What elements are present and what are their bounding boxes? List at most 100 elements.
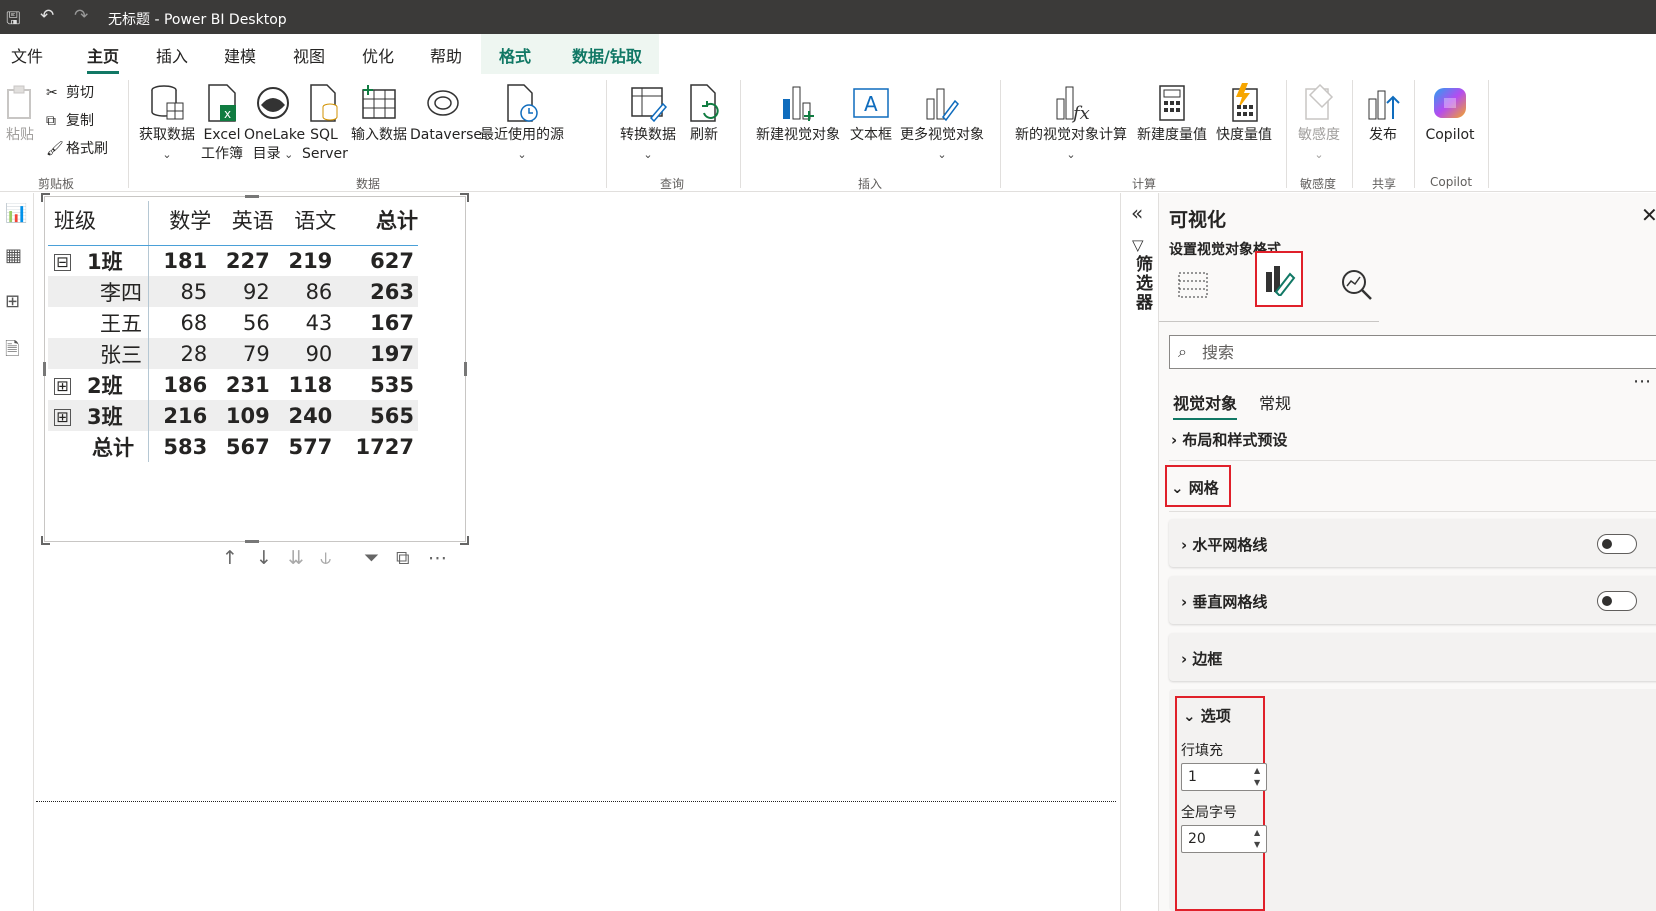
- cut-button[interactable]: ✂ 剪切: [46, 82, 94, 102]
- save-icon[interactable]: 🖫: [6, 6, 20, 35]
- dataverse-button[interactable]: Dataverse: [410, 80, 482, 145]
- sql-server-button[interactable]: SQL Server: [302, 80, 348, 164]
- resize-handle[interactable]: [41, 536, 50, 545]
- transform-data-label: 转换数据: [620, 127, 676, 143]
- expand-hierarchy-icon[interactable]: ⫝: [320, 547, 331, 569]
- card-vertical-gridlines[interactable]: › 垂直网格线: [1169, 576, 1656, 624]
- undo-icon[interactable]: ↶: [40, 6, 54, 26]
- chevron-up-icon[interactable]: ▲: [1254, 766, 1260, 775]
- new-measure-button[interactable]: 新建度量值: [1134, 80, 1210, 145]
- get-data-label: 获取数据: [139, 127, 195, 143]
- tab-view[interactable]: 视图: [293, 43, 325, 67]
- more-visuals-button[interactable]: 更多视觉对象 ⌄: [896, 80, 988, 164]
- new-visual-button[interactable]: 新建视觉对象: [752, 80, 844, 145]
- section-layout-presets[interactable]: › 布局和样式预设: [1171, 429, 1287, 450]
- quick-measure-button[interactable]: 快度量值: [1212, 80, 1276, 145]
- focus-mode-icon[interactable]: ⧉: [396, 547, 410, 569]
- collapse-icon[interactable]: ⊟: [54, 254, 71, 272]
- drill-down-icon[interactable]: ↓: [256, 547, 272, 569]
- cell: 263: [336, 276, 418, 307]
- cut-label: 剪切: [66, 85, 94, 101]
- resize-handle[interactable]: [460, 193, 469, 202]
- tab-visual[interactable]: 视觉对象: [1173, 390, 1238, 420]
- expand-chevron-icon[interactable]: «: [1131, 201, 1143, 225]
- tab-help[interactable]: 帮助: [430, 43, 462, 67]
- section-label: 选项: [1200, 707, 1231, 725]
- tab-file[interactable]: 文件: [11, 43, 43, 67]
- column-header[interactable]: 总计: [336, 201, 418, 246]
- global-font-size-input[interactable]: [1188, 829, 1248, 849]
- recent-sources-button[interactable]: 最近使用的源 ⌄: [477, 80, 567, 164]
- vertical-gridlines-toggle[interactable]: [1597, 591, 1637, 611]
- section-options[interactable]: ⌄ 选项: [1183, 705, 1231, 726]
- refresh-button[interactable]: 刷新: [684, 80, 724, 145]
- cell: 227: [225, 248, 270, 273]
- expand-icon[interactable]: ⊞: [54, 378, 71, 395]
- redo-icon[interactable]: ↷: [74, 6, 88, 26]
- get-data-button[interactable]: 获取数据 ⌄: [136, 80, 198, 164]
- onelake-catalog-button[interactable]: OneLake 目录 ⌄: [244, 80, 305, 164]
- global-font-size-stepper[interactable]: ▲ ▼: [1181, 825, 1267, 853]
- more-options-icon[interactable]: ⋯: [1633, 371, 1651, 392]
- search-input[interactable]: [1202, 340, 1602, 364]
- textbox-button[interactable]: A 文本框: [848, 80, 894, 145]
- table-view-icon[interactable]: ▦: [5, 245, 22, 266]
- chevron-down-icon[interactable]: ▼: [1254, 840, 1260, 849]
- dax-query-view-icon[interactable]: 🗎: [5, 337, 19, 367]
- analytics-icon[interactable]: [1333, 261, 1381, 309]
- enter-data-button[interactable]: 输入数据: [349, 80, 409, 145]
- tab-optimize[interactable]: 优化: [362, 43, 394, 67]
- card-horizontal-gridlines[interactable]: › 水平网格线: [1169, 519, 1656, 567]
- new-visual-calc-button[interactable]: fx 新的视觉对象计算 ⌄: [1010, 80, 1132, 164]
- excel-workbook-button[interactable]: x Excel 工作簿: [200, 80, 244, 164]
- drill-up-icon[interactable]: ↑: [222, 547, 238, 569]
- column-header[interactable]: 数学: [148, 201, 212, 246]
- row-label: 总计: [48, 431, 149, 462]
- publish-button[interactable]: 发布: [1360, 80, 1406, 145]
- paste-button[interactable]: 粘贴: [2, 80, 38, 145]
- tab-modeling[interactable]: 建模: [224, 43, 256, 67]
- build-visual-icon[interactable]: [1169, 261, 1217, 309]
- card-border[interactable]: › 边框: [1169, 633, 1656, 681]
- tab-insert[interactable]: 插入: [156, 43, 188, 67]
- chevron-down-icon[interactable]: ▼: [1254, 778, 1260, 787]
- column-header[interactable]: 英语: [211, 201, 274, 246]
- copy-button[interactable]: ⧉ 复制: [46, 110, 94, 130]
- resize-handle[interactable]: [43, 362, 46, 376]
- chevron-up-icon[interactable]: ▲: [1254, 828, 1260, 837]
- sensitivity-button[interactable]: 敏感度 ⌄: [1292, 80, 1346, 164]
- row-padding-input[interactable]: [1188, 767, 1248, 787]
- quick-measure-label: 快度量值: [1216, 127, 1272, 143]
- column-header[interactable]: 语文: [273, 201, 337, 246]
- format-painter-button[interactable]: 🖌 格式刷: [46, 138, 108, 158]
- expand-icon[interactable]: ⊞: [54, 409, 71, 426]
- horizontal-gridlines-toggle[interactable]: [1597, 534, 1637, 554]
- resize-handle[interactable]: [460, 536, 469, 545]
- resize-handle[interactable]: [464, 362, 467, 376]
- copilot-button[interactable]: Copilot: [1418, 80, 1482, 145]
- filters-pane-collapsed[interactable]: « ▽ 筛选器: [1120, 193, 1156, 911]
- model-view-icon[interactable]: ⊞: [5, 291, 20, 312]
- matrix-visual[interactable]: 班级 数学 英语 语文 总计 ⊟ 1班 181 227 219 627 李四 85…: [41, 193, 469, 545]
- tab-data-drill[interactable]: 数据/钻取: [572, 43, 642, 67]
- table-row: ⊟ 1班 181 227 219 627: [48, 245, 418, 276]
- resize-handle[interactable]: [245, 540, 259, 543]
- column-header[interactable]: 班级: [48, 201, 149, 246]
- window-title: 无标题 - Power BI Desktop: [108, 12, 287, 28]
- tab-general[interactable]: 常规: [1259, 390, 1291, 414]
- transform-data-button[interactable]: 转换数据 ⌄: [617, 80, 679, 164]
- next-level-icon[interactable]: ⇊: [288, 547, 304, 569]
- row-padding-stepper[interactable]: ▲ ▼: [1181, 763, 1267, 791]
- tab-format[interactable]: 格式: [499, 43, 531, 67]
- tab-home[interactable]: 主页: [87, 43, 120, 74]
- close-icon[interactable]: ✕: [1641, 203, 1656, 227]
- more-options-icon[interactable]: ⋯: [428, 547, 447, 569]
- report-view-icon[interactable]: 📊: [5, 203, 27, 224]
- ribbon-separator: [1352, 80, 1353, 188]
- section-label: 布局和样式预设: [1182, 431, 1288, 449]
- search-box[interactable]: ⌕: [1169, 335, 1656, 369]
- filter-icon[interactable]: ⏷: [364, 547, 379, 569]
- format-visual-icon[interactable]: [1255, 251, 1303, 307]
- section-grid[interactable]: ⌄ 网格: [1171, 477, 1219, 498]
- resize-handle[interactable]: [245, 195, 259, 198]
